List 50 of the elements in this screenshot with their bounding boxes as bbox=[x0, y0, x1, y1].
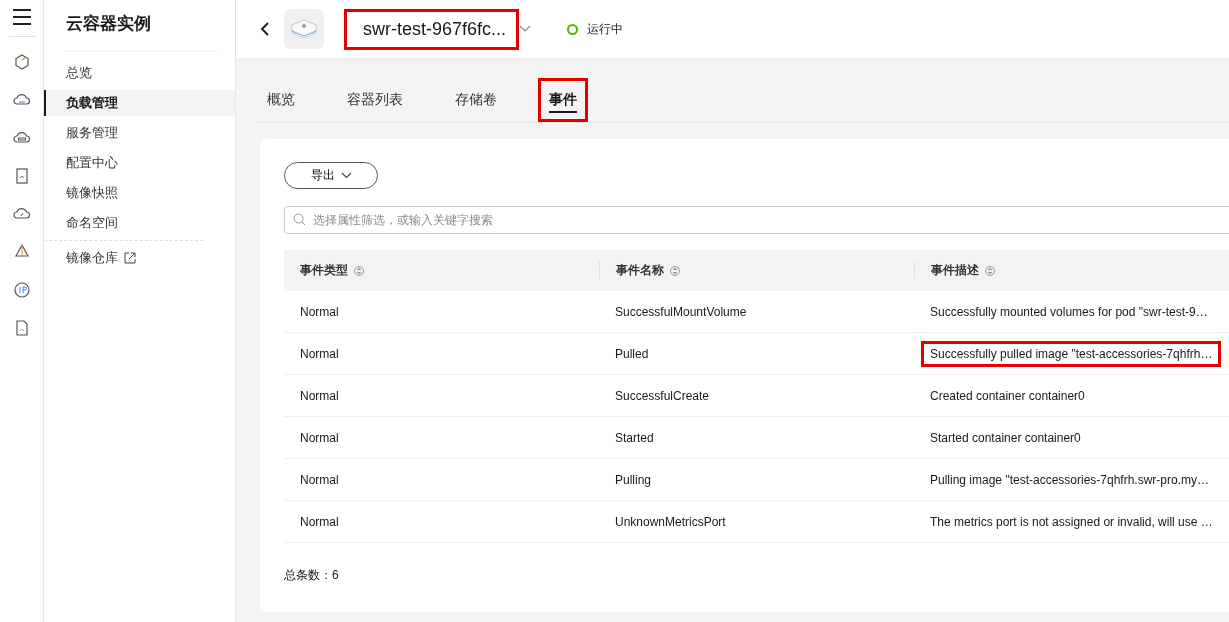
table-cell-text: Pulling bbox=[614, 471, 653, 489]
table-cell-text: SuccessfulCreate bbox=[614, 387, 711, 405]
sidebar-item[interactable]: 负载管理 bbox=[44, 90, 235, 116]
sidebar-title: 云容器实例 bbox=[66, 12, 218, 52]
table-cell-text: Normal bbox=[299, 471, 340, 489]
cube-icon[interactable] bbox=[12, 53, 31, 71]
status-text: 运行中 bbox=[587, 20, 624, 38]
table-cell-text: Started container container0 bbox=[929, 429, 1082, 447]
instance-name: swr-test-967f6fc... bbox=[344, 8, 520, 50]
table-cell-text: Pulled bbox=[614, 345, 650, 363]
table-cell-text: Created container container0 bbox=[929, 387, 1086, 405]
status-dot-icon bbox=[567, 23, 579, 35]
sort-icon[interactable] bbox=[670, 264, 680, 277]
table-cell-text: Started bbox=[614, 429, 655, 447]
search-field[interactable]: 选择属性筛选，或输入关键字搜索 bbox=[284, 206, 1229, 234]
ip-icon[interactable] bbox=[12, 281, 31, 299]
table-cell-text: Normal bbox=[299, 345, 340, 363]
sort-icon[interactable] bbox=[985, 264, 995, 277]
menu-icon[interactable] bbox=[11, 8, 32, 26]
search-icon bbox=[293, 213, 306, 226]
table-cell-text: SuccessfulMountVolume bbox=[614, 303, 748, 321]
tab[interactable]: 概览 bbox=[256, 78, 306, 122]
table-cell-text: The metrics port is not assigned or invalid, will use … bbox=[929, 513, 1214, 531]
sidebar-item[interactable]: 总览 bbox=[44, 60, 235, 86]
sidebar-item[interactable]: 服务管理 bbox=[44, 120, 235, 146]
back-icon[interactable] bbox=[260, 21, 270, 37]
sidebar-item[interactable]: 配置中心 bbox=[44, 150, 235, 176]
table-cell-text: Normal bbox=[299, 387, 340, 405]
sort-icon[interactable] bbox=[354, 264, 364, 277]
tab[interactable]: 事件 bbox=[538, 78, 588, 122]
table-cell-text: Normal bbox=[299, 429, 340, 447]
tab[interactable]: 存储卷 bbox=[444, 78, 508, 122]
column-header[interactable]: 事件描述 bbox=[914, 262, 979, 279]
table-cell: Successfully pulled image "test-accessories-7qhfrh… bbox=[921, 340, 1222, 367]
table-cell-text: Pulling image "test-accessories-7qhfrh.swr-pro.my… bbox=[929, 471, 1211, 489]
tab[interactable]: 容器列表 bbox=[336, 78, 414, 122]
table-cell-text: Normal bbox=[299, 513, 340, 531]
column-header[interactable]: 事件类型 bbox=[300, 262, 348, 279]
caret-icon[interactable] bbox=[519, 25, 532, 33]
total-count: 总条数：6 bbox=[284, 567, 340, 584]
sidebar-link[interactable]: 镜像仓库 bbox=[44, 240, 203, 271]
sidebar-item[interactable]: 命名空间 bbox=[44, 210, 235, 236]
table-cell-text: Normal bbox=[299, 303, 340, 321]
table-cell-text: UnknownMetricsPort bbox=[614, 513, 727, 531]
instance-logo-icon bbox=[284, 9, 324, 49]
table-cell-text: Successfully mounted volumes for pod "swr-test-9… bbox=[929, 303, 1209, 321]
caret-icon bbox=[340, 172, 352, 179]
sidebar-item[interactable]: 镜像快照 bbox=[44, 180, 235, 206]
export-button[interactable]: 导出 bbox=[284, 162, 378, 189]
column-header[interactable]: 事件名称 bbox=[599, 262, 664, 279]
